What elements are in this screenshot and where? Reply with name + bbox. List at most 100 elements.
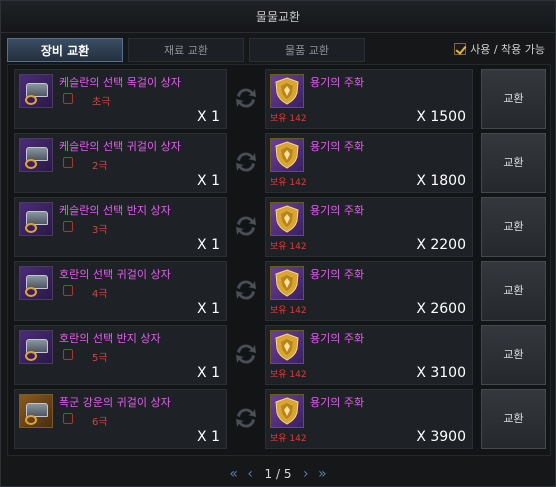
prev-page-icon[interactable]: ‹ [247,464,253,484]
exchange-button[interactable]: 교환 [481,69,546,129]
exchange-arrow-icon [236,152,256,172]
exchange-cost: X 3100 [416,365,466,381]
chest-earring-icon [19,394,53,428]
source-item-name: 호란의 선택 반지 상자 [59,332,161,345]
source-item-quantity: X 1 [197,429,220,445]
owned-count: 보유 142 [270,306,307,316]
owned-count: 보유 142 [270,434,307,444]
chest-earring-icon [19,266,53,300]
target-item-slot[interactable]: 용기의 주화 보유 142 X 3100 [265,325,473,385]
chest-ring-icon [19,202,53,236]
target-item-name: 용기의 주화 [310,396,365,409]
source-item-slot[interactable]: 케슬란의 선택 반지 상자 3극 X 1 [14,197,227,257]
trade-list: 케슬란의 선택 목걸이 상자 초극 X 1 용기의 주화 보유 142 X 15… [7,64,551,456]
owned-count: 보유 142 [270,370,307,380]
exchange-button[interactable]: 교환 [481,389,546,449]
page-indicator: 1 / 5 [264,467,292,481]
source-item-name: 호란의 선택 귀걸이 상자 [59,268,171,281]
source-item-tier: 4극 [92,289,108,300]
tier-icon [63,285,73,296]
source-item-slot[interactable]: 케슬란의 선택 귀걸이 상자 2극 X 1 [14,133,227,193]
courage-coin-icon [270,74,304,108]
courage-coin-icon [270,394,304,428]
source-item-slot[interactable]: 폭군 강운의 귀걸이 상자 6극 X 1 [14,389,227,449]
trade-row: 호란의 선택 귀걸이 상자 4극 X 1 용기의 주화 보유 142 X 260… [14,261,546,321]
next-page-icon[interactable]: › [303,464,309,484]
courage-coin-icon [270,266,304,300]
exchange-cost: X 1500 [416,109,466,125]
tier-icon [63,349,73,360]
trade-row: 호란의 선택 반지 상자 5극 X 1 용기의 주화 보유 142 X 3100… [14,325,546,385]
usable-filter-toggle[interactable]: 사용 / 착용 가능 [454,38,545,62]
exchange-arrow-icon [236,408,256,428]
source-item-slot[interactable]: 케슬란의 선택 목걸이 상자 초극 X 1 [14,69,227,129]
source-item-name: 케슬란의 선택 목걸이 상자 [59,76,181,89]
target-item-name: 용기의 주화 [310,204,365,217]
courage-coin-icon [270,138,304,172]
trade-row: 케슬란의 선택 반지 상자 3극 X 1 용기의 주화 보유 142 X 220… [14,197,546,257]
target-item-slot[interactable]: 용기의 주화 보유 142 X 2600 [265,261,473,321]
trade-window: 물물교환 장비 교환 재료 교환 물품 교환 사용 / 착용 가능 케슬란의 선… [0,0,556,487]
chest-ring-icon [19,330,53,364]
exchange-arrow-icon [236,344,256,364]
source-item-tier: 5극 [92,353,108,364]
courage-coin-icon [270,202,304,236]
source-item-tier: 6극 [92,417,108,428]
trinket-shape [25,159,37,169]
trinket-shape [25,223,37,233]
owned-count: 보유 142 [270,178,307,188]
target-item-slot[interactable]: 용기의 주화 보유 142 X 1800 [265,133,473,193]
tab-equipment-exchange[interactable]: 장비 교환 [7,38,123,62]
exchange-button[interactable]: 교환 [481,325,546,385]
source-item-slot[interactable]: 호란의 선택 귀걸이 상자 4극 X 1 [14,261,227,321]
shield-emblem-icon [275,333,299,361]
usable-filter-label: 사용 / 착용 가능 [470,43,545,56]
chest-earring-icon [19,138,53,172]
source-item-quantity: X 1 [197,365,220,381]
target-item-name: 용기의 주화 [310,268,365,281]
tab-bar: 장비 교환 재료 교환 물품 교환 사용 / 착용 가능 [7,38,551,62]
target-item-name: 용기의 주화 [310,76,365,89]
target-item-slot[interactable]: 용기의 주화 보유 142 X 3900 [265,389,473,449]
exchange-button[interactable]: 교환 [481,197,546,257]
source-item-tier: 2극 [92,161,108,172]
source-item-quantity: X 1 [197,173,220,189]
shield-emblem-icon [275,269,299,297]
trinket-shape [25,415,37,425]
shield-emblem-icon [275,77,299,105]
target-item-slot[interactable]: 용기의 주화 보유 142 X 2200 [265,197,473,257]
exchange-button[interactable]: 교환 [481,133,546,193]
tab-material-exchange[interactable]: 재료 교환 [128,38,244,62]
exchange-arrow-icon [236,280,256,300]
target-item-slot[interactable]: 용기의 주화 보유 142 X 1500 [265,69,473,129]
source-item-tier: 초극 [92,97,111,108]
target-item-name: 용기의 주화 [310,332,365,345]
last-page-icon[interactable]: » [318,464,327,484]
exchange-button[interactable]: 교환 [481,261,546,321]
exchange-cost: X 1800 [416,173,466,189]
usable-filter-checkbox[interactable] [454,43,467,55]
source-item-name: 케슬란의 선택 귀걸이 상자 [59,140,181,153]
source-item-quantity: X 1 [197,301,220,317]
tier-icon [63,93,73,104]
tier-icon [63,413,73,424]
trade-row: 케슬란의 선택 목걸이 상자 초극 X 1 용기의 주화 보유 142 X 15… [14,69,546,129]
tab-goods-exchange[interactable]: 물품 교환 [249,38,365,62]
first-page-icon[interactable]: « [229,464,238,484]
exchange-cost: X 3900 [416,429,466,445]
source-item-quantity: X 1 [197,237,220,253]
pagination: « ‹ 1 / 5 › » [1,464,555,484]
exchange-cost: X 2600 [416,301,466,317]
courage-coin-icon [270,330,304,364]
exchange-arrow-icon [236,88,256,108]
shield-emblem-icon [275,205,299,233]
tier-icon [63,221,73,232]
source-item-name: 케슬란의 선택 반지 상자 [59,204,171,217]
exchange-cost: X 2200 [416,237,466,253]
trinket-shape [25,351,37,361]
source-item-slot[interactable]: 호란의 선택 반지 상자 5극 X 1 [14,325,227,385]
window-title: 물물교환 [1,1,555,33]
target-item-name: 용기의 주화 [310,140,365,153]
chest-necklace-icon [19,74,53,108]
source-item-name: 폭군 강운의 귀걸이 상자 [59,396,171,409]
